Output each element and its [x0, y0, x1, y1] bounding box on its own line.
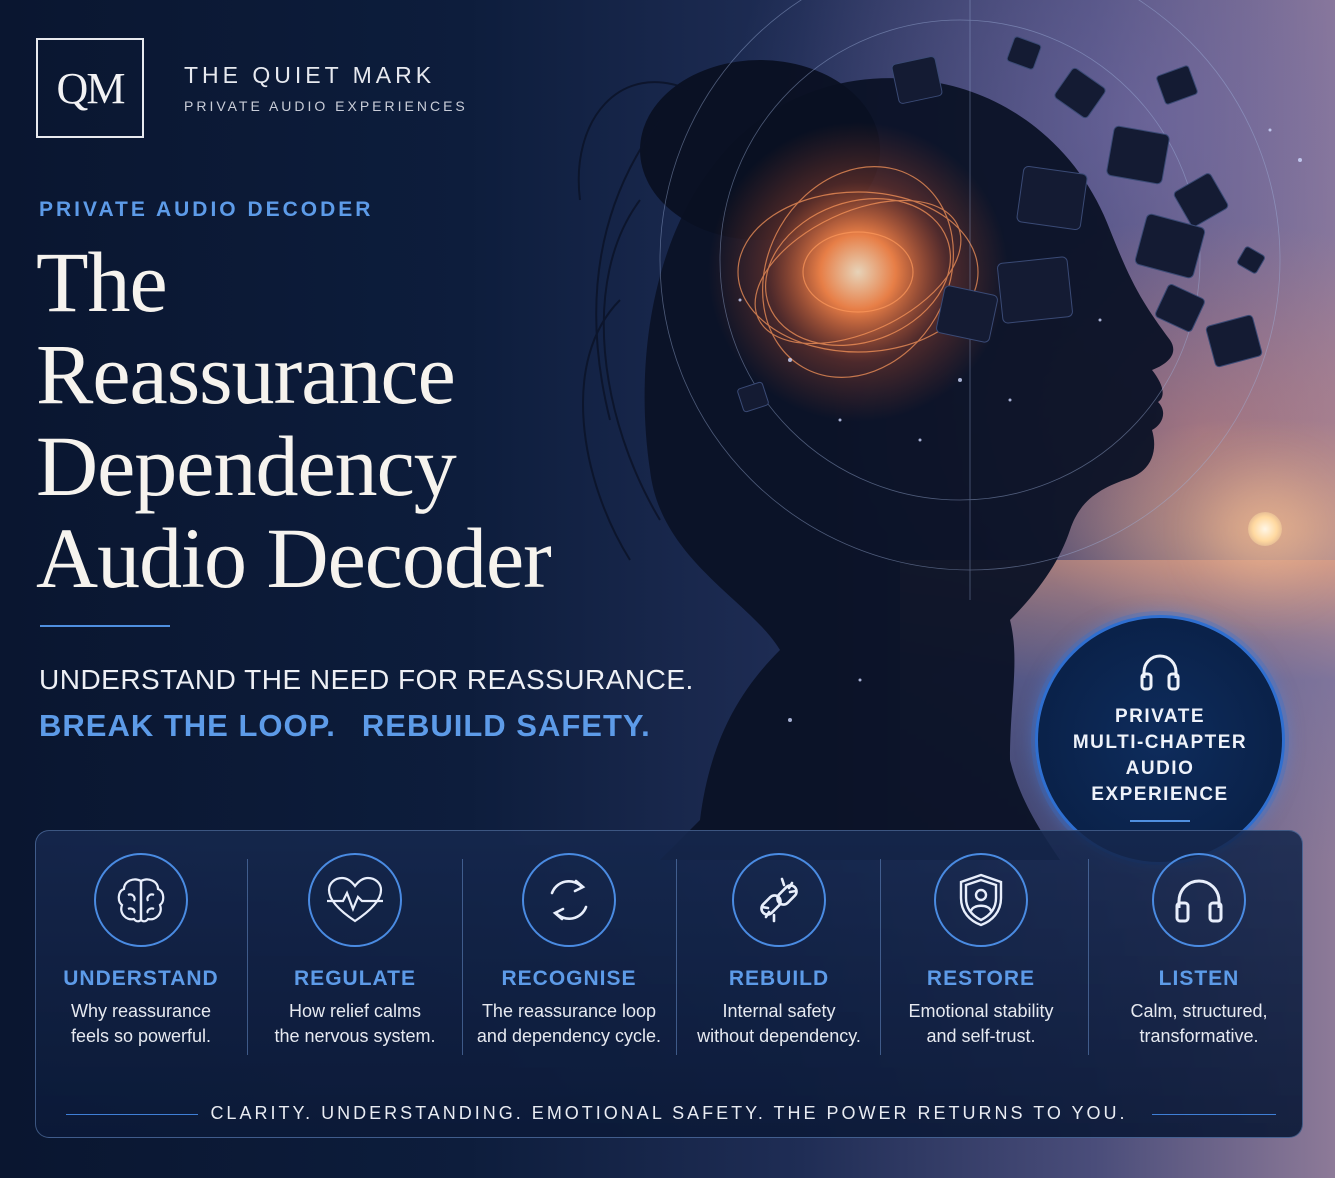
badge-line: MULTI-CHAPTER: [1072, 732, 1248, 753]
hero-subtitle: UNDERSTAND THE NEED FOR REASSURANCE.: [39, 664, 694, 695]
badge-divider: [1130, 820, 1190, 822]
hero-callouts: BREAK THE LOOP. REBUILD SAFETY.: [39, 708, 651, 744]
feature-icon-ring: [522, 853, 616, 947]
callout-rebuild-safety: REBUILD SAFETY.: [361, 708, 651, 743]
feature-icon-ring: [94, 853, 188, 947]
badge-line: EXPERIENCE: [1091, 784, 1229, 805]
feature-understand: UNDERSTAND Why reassurance feels so powe…: [36, 853, 246, 1049]
feature-description: Internal safety without dependency.: [697, 1001, 861, 1046]
callout-break-loop: BREAK THE LOOP.: [39, 708, 336, 743]
heart-pulse-icon: [327, 876, 383, 923]
feature-divider: [1088, 859, 1089, 1055]
feature-title: LISTEN: [1158, 967, 1240, 990]
feature-title: REGULATE: [294, 967, 416, 990]
title-divider: [40, 625, 170, 627]
feature-restore: RESTORE Emotional stability and self-tru…: [876, 853, 1086, 1049]
feature-icon-ring: [308, 853, 402, 947]
footer-tagline: CLARITY. UNDERSTANDING. EMOTIONAL SAFETY…: [210, 1103, 1128, 1123]
feature-regulate: REGULATE How relief calms the nervous sy…: [250, 853, 460, 1049]
feature-title: RECOGNISE: [501, 967, 637, 990]
hero-title: The Reassurance Dependency Audio Decoder: [36, 236, 676, 604]
features-panel: UNDERSTAND Why reassurance feels so powe…: [35, 830, 1303, 1138]
headphones-icon: [1175, 879, 1223, 923]
feature-divider: [247, 859, 248, 1055]
feature-listen: LISTEN Calm, structured, transformative.: [1094, 853, 1304, 1049]
hero-title-line: The: [36, 234, 168, 330]
headphones-icon: [1140, 654, 1180, 691]
feature-icon-ring: [1152, 853, 1246, 947]
logo[interactable]: QM: [36, 38, 144, 138]
audio-experience-badge: PRIVATE MULTI-CHAPTER AUDIO EXPERIENCE: [1035, 615, 1285, 865]
hero-title-line: Dependency: [36, 418, 457, 514]
broken-link-icon: [760, 877, 798, 923]
brand-tagline: PRIVATE AUDIO EXPERIENCES: [184, 98, 468, 114]
cycle-arrows-icon: [550, 879, 588, 921]
badge-line: PRIVATE: [1114, 706, 1206, 727]
logo-monogram: QM: [56, 63, 126, 113]
feature-title: RESTORE: [926, 967, 1036, 990]
feature-description: Calm, structured, transformative.: [1130, 1001, 1268, 1046]
feature-rebuild: REBUILD Internal safety without dependen…: [674, 853, 884, 1049]
feature-recognise: RECOGNISE The reassurance loop and depen…: [464, 853, 674, 1049]
hero-title-line: Reassurance: [36, 326, 456, 422]
feature-title: REBUILD: [728, 967, 830, 990]
feature-icon-ring: [732, 853, 826, 947]
brain-icon: [117, 878, 165, 923]
feature-description: How relief calms the nervous system.: [274, 1001, 436, 1046]
hero-kicker: PRIVATE AUDIO DECODER: [39, 198, 374, 221]
badge-line: AUDIO: [1125, 758, 1195, 779]
feature-description: Why reassurance feels so powerful.: [70, 1001, 212, 1046]
poster: QM THE QUIET MARK PRIVATE AUDIO EXPERIEN…: [0, 0, 1335, 1178]
feature-description: Emotional stability and self-trust.: [908, 1001, 1054, 1046]
feature-description: The reassurance loop and dependency cycl…: [476, 1001, 662, 1046]
brand-name: THE QUIET MARK: [184, 62, 436, 88]
badge-text: PRIVATE MULTI-CHAPTER AUDIO EXPERIENCE: [1038, 704, 1282, 808]
shield-person-icon: [959, 873, 1003, 927]
feature-icon-ring: [934, 853, 1028, 947]
hero-title-line: Audio Decoder: [36, 510, 552, 606]
feature-title: UNDERSTAND: [63, 967, 219, 990]
feature-divider: [462, 859, 463, 1055]
